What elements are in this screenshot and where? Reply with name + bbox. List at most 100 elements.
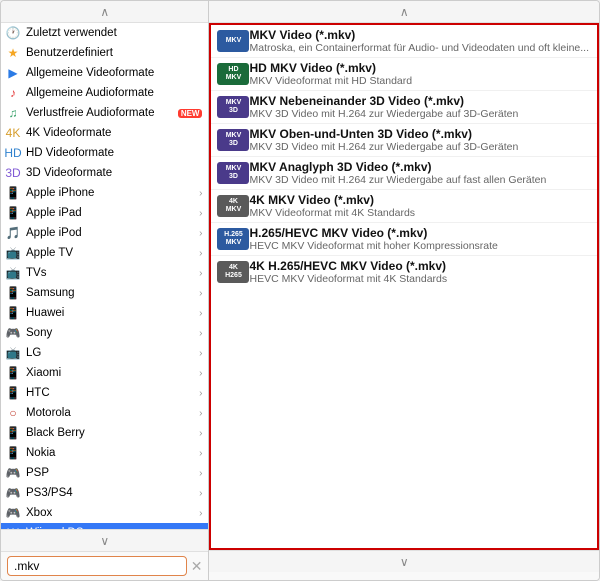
icon-sony: 🎮 — [5, 325, 21, 341]
sidebar-item-allvideo[interactable]: ▶ Allgemeine Videoformate — [1, 63, 208, 83]
right-item-title: MKV Oben-und-Unten 3D Video (*.mkv) — [249, 127, 589, 141]
arrow-icon: › — [199, 428, 202, 439]
format-icon: 4KMKV — [217, 195, 249, 217]
right-item-title: MKV Nebeneinander 3D Video (*.mkv) — [249, 94, 589, 108]
right-scroll-down[interactable] — [209, 550, 599, 572]
right-list-item-h2654kmkv[interactable]: 4KH265 4K H.265/HEVC MKV Video (*.mkv) H… — [211, 256, 597, 288]
right-chevron-down-icon — [400, 555, 409, 569]
right-list-item-h265mkv[interactable]: H.265MKV H.265/HEVC MKV Video (*.mkv) HE… — [211, 223, 597, 256]
right-list: MKV MKV Video (*.mkv) Matroska, ein Cont… — [209, 23, 599, 550]
chevron-down-icon — [100, 534, 109, 548]
sidebar-item-label: Motorola — [26, 407, 197, 419]
search-input[interactable] — [7, 556, 187, 576]
sidebar-item-label: LG — [26, 347, 197, 359]
right-item-subtitle: MKV Videoformat mit HD Standard — [249, 75, 589, 87]
sidebar-item-hdvideo[interactable]: HD HD Videoformate — [1, 143, 208, 163]
left-list: 🕐 Zuletzt verwendet ★ Benutzerdefiniert … — [1, 23, 208, 529]
left-scroll-down[interactable] — [1, 529, 208, 551]
chevron-up-icon — [100, 5, 109, 19]
icon-htc: 📱 — [5, 385, 21, 401]
right-item-text: MKV Nebeneinander 3D Video (*.mkv) MKV 3… — [249, 94, 589, 120]
sidebar-item-appletv[interactable]: 📺 Apple TV › — [1, 243, 208, 263]
sidebar-item-htc[interactable]: 📱 HTC › — [1, 383, 208, 403]
arrow-icon: › — [199, 248, 202, 259]
sidebar-item-label: Zuletzt verwendet — [26, 27, 202, 39]
arrow-icon: › — [199, 288, 202, 299]
sidebar-item-label: Benutzerdefiniert — [26, 47, 202, 59]
icon-lossless: ♫ — [5, 105, 21, 121]
right-list-item-hdmkv[interactable]: HDMKV HD MKV Video (*.mkv) MKV Videoform… — [211, 58, 597, 91]
right-item-subtitle: MKV 3D Video mit H.264 zur Wiedergabe au… — [249, 108, 589, 120]
icon-samsung: 📱 — [5, 285, 21, 301]
sidebar-item-samsung[interactable]: 📱 Samsung › — [1, 283, 208, 303]
icon-xiaomi: 📱 — [5, 365, 21, 381]
sidebar-item-label: Apple iPhone — [26, 187, 197, 199]
icon-iphone: 📱 — [5, 185, 21, 201]
sidebar-item-nokia[interactable]: 📱 Nokia › — [1, 443, 208, 463]
arrow-icon: › — [199, 228, 202, 239]
sidebar-item-motorola[interactable]: ○ Motorola › — [1, 403, 208, 423]
right-list-item-3dmkv[interactable]: MKV3D MKV Nebeneinander 3D Video (*.mkv)… — [211, 91, 597, 124]
sidebar-item-label: Verlustfreie Audioformate — [26, 107, 174, 119]
sidebar-item-tvs[interactable]: 📺 TVs › — [1, 263, 208, 283]
sidebar-item-label: TVs — [26, 267, 197, 279]
icon-motorola: ○ — [5, 405, 21, 421]
arrow-icon: › — [199, 348, 202, 359]
sidebar-item-label: Apple iPod — [26, 227, 197, 239]
sidebar-item-label: Nokia — [26, 447, 197, 459]
sidebar-item-huawei[interactable]: 📱 Huawei › — [1, 303, 208, 323]
right-item-subtitle: MKV 3D Video mit H.264 zur Wiedergabe au… — [249, 174, 589, 186]
sidebar-item-blackberry[interactable]: 📱 Black Berry › — [1, 423, 208, 443]
sidebar-item-psp[interactable]: 🎮 PSP › — [1, 463, 208, 483]
format-icon: H.265MKV — [217, 228, 249, 250]
sidebar-item-verlust[interactable]: ♫ Verlustfreie Audioformate NEW — [1, 103, 208, 123]
right-item-text: 4K H.265/HEVC MKV Video (*.mkv) HEVC MKV… — [249, 259, 589, 285]
format-icon: MKV3D — [217, 162, 249, 184]
arrow-icon: › — [199, 388, 202, 399]
search-clear-button[interactable]: ✕ — [191, 558, 203, 575]
right-list-item-mkv[interactable]: MKV MKV Video (*.mkv) Matroska, ein Cont… — [211, 25, 597, 58]
sidebar-item-4kvideo[interactable]: 4K 4K Videoformate — [1, 123, 208, 143]
right-list-item-anaglyph[interactable]: MKV3D MKV Anaglyph 3D Video (*.mkv) MKV … — [211, 157, 597, 190]
right-item-title: HD MKV Video (*.mkv) — [249, 61, 589, 75]
sidebar-item-label: 4K Videoformate — [26, 127, 202, 139]
sidebar-item-xbox[interactable]: 🎮 Xbox › — [1, 503, 208, 523]
new-badge: NEW — [178, 109, 203, 118]
right-item-text: MKV Oben-und-Unten 3D Video (*.mkv) MKV … — [249, 127, 589, 153]
arrow-icon: › — [199, 408, 202, 419]
format-icon: MKV — [217, 30, 249, 52]
sidebar-item-label: Huawei — [26, 307, 197, 319]
sidebar-item-ipad[interactable]: 📱 Apple iPad › — [1, 203, 208, 223]
sidebar-item-ipod[interactable]: 🎵 Apple iPod › — [1, 223, 208, 243]
sidebar-item-zuletzt[interactable]: 🕐 Zuletzt verwendet — [1, 23, 208, 43]
left-panel: 🕐 Zuletzt verwendet ★ Benutzerdefiniert … — [1, 1, 209, 580]
sidebar-item-label: Xiaomi — [26, 367, 197, 379]
icon-audio: ♪ — [5, 85, 21, 101]
left-scroll-up[interactable] — [1, 1, 208, 23]
icon-clock: 🕐 — [5, 25, 21, 41]
right-bottom-spacer — [209, 572, 599, 580]
right-item-text: MKV Anaglyph 3D Video (*.mkv) MKV 3D Vid… — [249, 160, 589, 186]
panels: 🕐 Zuletzt verwendet ★ Benutzerdefiniert … — [1, 1, 599, 580]
right-item-text: HD MKV Video (*.mkv) MKV Videoformat mit… — [249, 61, 589, 87]
sidebar-item-label: 3D Videoformate — [26, 167, 202, 179]
main-container: 🕐 Zuletzt verwendet ★ Benutzerdefiniert … — [0, 0, 600, 581]
sidebar-item-xiaomi[interactable]: 📱 Xiaomi › — [1, 363, 208, 383]
sidebar-item-benutzer[interactable]: ★ Benutzerdefiniert — [1, 43, 208, 63]
sidebar-item-label: Samsung — [26, 287, 197, 299]
right-scroll-up[interactable] — [209, 1, 599, 23]
arrow-icon: › — [199, 468, 202, 479]
sidebar-item-lg[interactable]: 📺 LG › — [1, 343, 208, 363]
right-item-subtitle: MKV Videoformat mit 4K Standards — [249, 207, 589, 219]
right-item-title: MKV Anaglyph 3D Video (*.mkv) — [249, 160, 589, 174]
right-list-item-4kmkv[interactable]: 4KMKV 4K MKV Video (*.mkv) MKV Videoform… — [211, 190, 597, 223]
sidebar-item-iphone[interactable]: 📱 Apple iPhone › — [1, 183, 208, 203]
sidebar-item-allaudio[interactable]: ♪ Allgemeine Audioformate — [1, 83, 208, 103]
arrow-icon: › — [199, 188, 202, 199]
sidebar-item-3dvideo[interactable]: 3D 3D Videoformate — [1, 163, 208, 183]
right-item-title: MKV Video (*.mkv) — [249, 28, 589, 42]
sidebar-item-sony[interactable]: 🎮 Sony › — [1, 323, 208, 343]
right-list-item-3dmkv2[interactable]: MKV3D MKV Oben-und-Unten 3D Video (*.mkv… — [211, 124, 597, 157]
sidebar-item-label: Xbox — [26, 507, 197, 519]
sidebar-item-ps34[interactable]: 🎮 PS3/PS4 › — [1, 483, 208, 503]
